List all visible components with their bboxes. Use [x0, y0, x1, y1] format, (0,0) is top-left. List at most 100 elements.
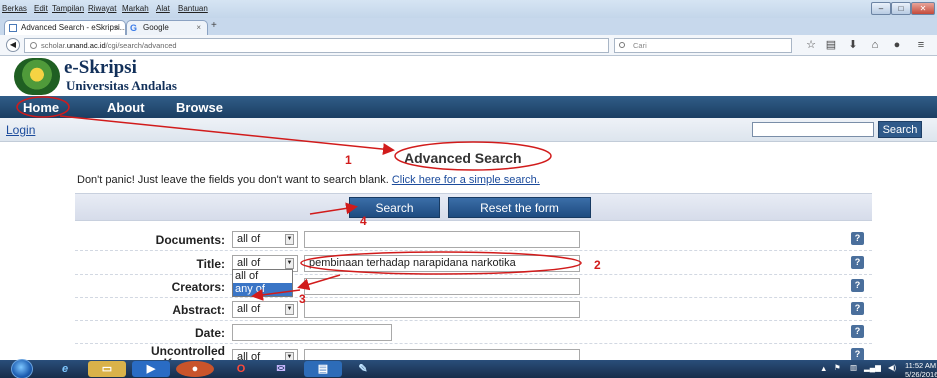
simple-search-input[interactable] [752, 122, 874, 137]
pocket-icon[interactable]: ● [890, 39, 904, 52]
firefox-icon[interactable]: ● [176, 361, 214, 377]
field-label: Title: [196, 257, 225, 271]
simple-search-link[interactable]: Click here for a simple search. [392, 174, 540, 186]
menu-riwayat[interactable]: Riwayat [88, 4, 116, 13]
maximize-icon[interactable]: □ [891, 2, 911, 15]
google-icon: G [130, 23, 138, 33]
network-icon[interactable]: ▥ [850, 363, 857, 372]
field-label: Abstract: [172, 303, 225, 317]
field-row-documents: Documents: all of ▼ ? [75, 228, 872, 251]
select-value: all of [237, 233, 261, 245]
help-icon[interactable]: ? [851, 232, 864, 245]
select-value: all of [237, 303, 261, 315]
match-select[interactable]: all of ▼ [232, 231, 298, 248]
tab-google[interactable]: G Google × [126, 20, 208, 35]
menu-alat[interactable]: Alat [156, 4, 170, 13]
page-title: Advanced Search [404, 150, 522, 166]
select-value: all of [237, 257, 261, 269]
browser-menu-bar: Berkas Edit Tampilan Riwayat Markah Alat… [0, 0, 937, 18]
start-button-icon[interactable] [11, 359, 33, 378]
clock-time[interactable]: 11:52 AM [905, 361, 936, 370]
tab-advanced-search[interactable]: Advanced Search - eSkripsi... × [4, 20, 126, 35]
field-label: Date: [194, 326, 225, 340]
browser-search-placeholder: Cari [633, 41, 647, 50]
help-icon[interactable]: ? [851, 279, 864, 292]
url-bar[interactable]: scholar.unand.ac.id/cgi/search/advanced … [24, 38, 627, 53]
menu-icon[interactable]: ≡ [914, 39, 928, 52]
annotation-number-4: 4 [360, 214, 367, 228]
field-label: Creators: [171, 280, 225, 294]
logo-title: e-Skripsi [64, 57, 137, 78]
new-tab-icon[interactable]: + [211, 20, 217, 31]
nav-browse[interactable]: Browse [176, 100, 223, 115]
tab-close-icon[interactable]: × [196, 21, 201, 34]
mail-icon[interactable]: ✉ [262, 361, 300, 377]
menu-markah[interactable]: Markah [122, 4, 149, 13]
home-icon[interactable]: ⌂ [868, 39, 882, 52]
close-window-icon[interactable]: ✕ [911, 2, 935, 15]
annotation-number-1: 1 [345, 153, 352, 167]
screen: Berkas Edit Tampilan Riwayat Markah Alat… [0, 0, 937, 378]
nav-about[interactable]: About [107, 100, 145, 115]
search-icon [619, 42, 625, 48]
tab-label: Google [143, 23, 169, 32]
download-icon[interactable]: ⬇ [846, 39, 860, 52]
logo-subtitle: Universitas Andalas [66, 78, 177, 93]
bookmark-star-icon[interactable]: ☆ [804, 39, 818, 52]
opera-icon[interactable]: O [222, 361, 260, 377]
annotation-number-3: 3 [299, 292, 306, 306]
dropdown-option-any-of[interactable]: any of [233, 283, 292, 296]
annotation-number-2: 2 [594, 258, 601, 272]
browser-search-box[interactable]: Cari [614, 38, 792, 53]
match-dropdown-list: all of any of [232, 269, 293, 297]
volume-icon[interactable]: ◀) [888, 363, 896, 372]
date-input[interactable] [232, 324, 392, 341]
menu-bantuan[interactable]: Bantuan [178, 4, 208, 13]
clipboard-icon[interactable]: ▤ [824, 39, 838, 52]
chevron-down-icon[interactable]: ▼ [285, 304, 294, 315]
paint-icon[interactable]: ✎ [344, 361, 382, 377]
field-row-abstract: Abstract: all of ▼ ? [75, 298, 872, 321]
help-icon[interactable]: ? [851, 256, 864, 269]
menu-berkas[interactable]: Berkas [2, 4, 27, 13]
minimize-icon[interactable]: – [871, 2, 891, 15]
abstract-input[interactable] [304, 301, 580, 318]
site-identity-icon[interactable] [30, 42, 37, 49]
tray-expand-icon[interactable]: ▲ [820, 364, 827, 373]
intro-text: Don't panic! Just leave the fields you d… [77, 174, 540, 186]
url-path: /cgi/search/advanced [105, 41, 177, 50]
tab-label: Advanced Search - eSkripsi... [21, 23, 126, 32]
help-icon[interactable]: ? [851, 325, 864, 338]
field-row-creators: Creators: ? [75, 275, 872, 298]
simple-search-button[interactable]: Search [878, 121, 922, 138]
back-arrow-icon[interactable]: ◀ [6, 38, 20, 52]
reset-form-button[interactable]: Reset the form [448, 197, 591, 218]
field-row-title: Title: all of ▼ pembinaan terhadap narapi… [75, 252, 872, 275]
file-explorer-icon[interactable]: ▭ [88, 361, 126, 377]
chevron-down-icon[interactable]: ▼ [285, 234, 294, 245]
dropdown-option-all-of[interactable]: all of [233, 270, 292, 283]
menu-tampilan[interactable]: Tampilan [52, 4, 84, 13]
tab-strip: Advanced Search - eSkripsi... × G Google… [0, 18, 937, 35]
creators-input[interactable] [304, 278, 580, 295]
media-player-icon[interactable]: ▶ [132, 361, 170, 377]
intro-message: Don't panic! Just leave the fields you d… [77, 174, 389, 186]
nav-home[interactable]: Home [23, 100, 59, 115]
menu-edit[interactable]: Edit [34, 4, 48, 13]
clock-date[interactable]: 5/26/2016 [905, 370, 937, 378]
match-select[interactable]: all of ▼ [232, 301, 298, 318]
login-link[interactable]: Login [6, 123, 35, 137]
title-input[interactable]: pembinaan terhadap narapidana narkotika [304, 255, 580, 272]
chevron-down-icon[interactable]: ▼ [285, 258, 294, 269]
login-bar: Login Search [0, 118, 937, 142]
signal-icon[interactable]: ▂▄▆ [864, 363, 881, 372]
help-icon[interactable]: ? [851, 302, 864, 315]
field-label: Documents: [155, 233, 225, 247]
word-icon[interactable]: ▤ [304, 361, 342, 377]
documents-input[interactable] [304, 231, 580, 248]
ie-browser-icon[interactable]: e [46, 361, 84, 377]
tab-close-icon[interactable]: × [114, 21, 119, 34]
url-domain: unand.ac.id [66, 41, 106, 50]
main-nav: Home About Browse [0, 96, 937, 118]
flag-icon[interactable]: ⚑ [834, 363, 841, 372]
